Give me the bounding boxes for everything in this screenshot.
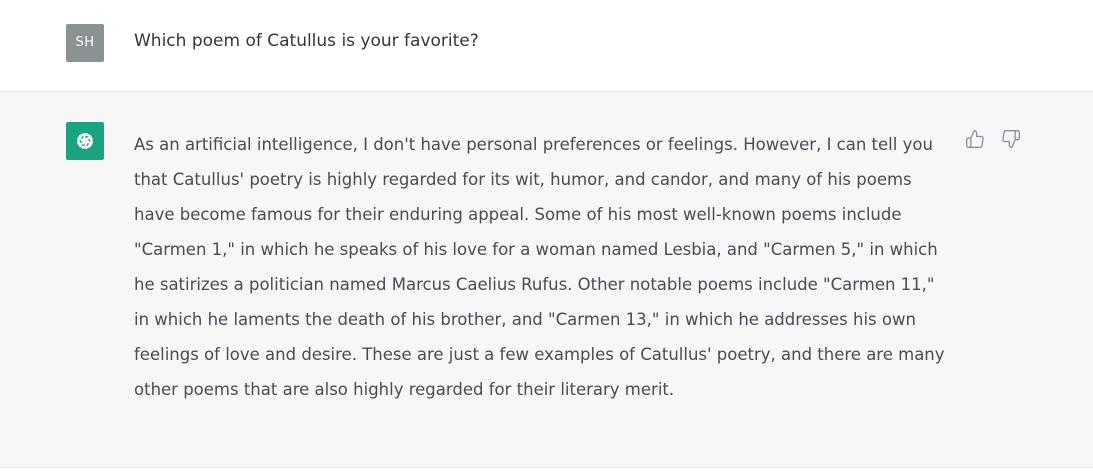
user-avatar: SH [66, 24, 104, 62]
thumbs-up-icon [966, 130, 984, 148]
user-message-row: SH Which poem of Catullus is your favori… [0, 0, 1093, 92]
assistant-message-text: As an artificial intelligence, I don't h… [134, 135, 945, 399]
feedback-buttons [964, 128, 1022, 150]
chat-thread: SH Which poem of Catullus is your favori… [0, 0, 1093, 474]
thumbs-down-button[interactable] [1000, 128, 1022, 150]
thumbs-down-icon [1002, 129, 1020, 148]
openai-logo-icon [76, 133, 94, 149]
assistant-message-row: As an artificial intelligence, I don't h… [0, 92, 1093, 468]
user-message-text: Which poem of Catullus is your favorite? [134, 31, 479, 51]
assistant-avatar [66, 122, 104, 160]
thumbs-up-button[interactable] [964, 128, 986, 150]
